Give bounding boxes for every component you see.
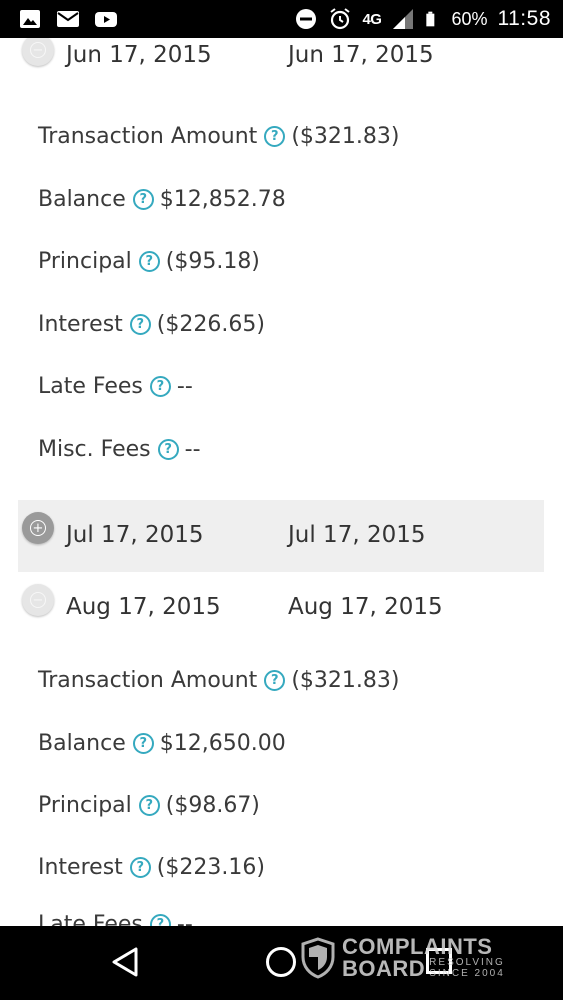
detail-balance: Balance ? $12,650.00 [38, 731, 286, 756]
help-icon[interactable]: ? [138, 251, 160, 272]
network-type: 4G [362, 10, 382, 28]
detail-value: ($95.18) [165, 249, 260, 274]
detail-label: Transaction Amount [38, 124, 258, 149]
help-icon[interactable]: ? [264, 670, 286, 691]
detail-transaction-amount: Transaction Amount ? ($321.83) [38, 668, 399, 693]
detail-value: -- [176, 374, 193, 399]
detail-principal: Principal ? ($98.67) [38, 793, 260, 818]
collapse-toggle-icon[interactable]: − [22, 584, 54, 616]
home-icon[interactable] [266, 947, 296, 977]
help-icon[interactable]: ? [149, 376, 171, 397]
status-bar: 4G 60% 11:58 [0, 0, 563, 38]
detail-value: ($321.83) [291, 668, 400, 693]
signal-icon [393, 9, 414, 29]
detail-label: Balance [38, 187, 126, 212]
detail-value: -- [176, 912, 193, 926]
expand-toggle-icon[interactable]: + [22, 512, 54, 544]
help-icon[interactable]: ? [132, 189, 154, 210]
detail-value: ($321.83) [291, 124, 400, 149]
detail-value: ($226.65) [156, 312, 265, 337]
watermark-sub: RESOLVING [429, 957, 505, 968]
detail-principal: Principal ? ($95.18) [38, 249, 260, 274]
transaction-date: Aug 17, 2015 [66, 594, 221, 620]
collapse-toggle-icon[interactable]: − [22, 38, 54, 66]
help-icon[interactable]: ? [132, 733, 154, 754]
detail-label: Principal [38, 249, 132, 274]
posted-date: Jul 17, 2015 [288, 522, 426, 548]
battery-percent: 60% [451, 8, 488, 29]
battery-icon [426, 11, 435, 27]
detail-label: Principal [38, 793, 132, 818]
transaction-row-header[interactable]: + Jul 17, 2015 Jul 17, 2015 [18, 500, 544, 572]
detail-misc-fees: Misc. Fees ? -- [38, 437, 201, 462]
detail-value: $12,650.00 [159, 731, 286, 756]
shield-logo-icon [301, 936, 335, 979]
detail-label: Balance [38, 731, 126, 756]
detail-label: Misc. Fees [38, 437, 151, 462]
detail-value: ($223.16) [156, 855, 265, 880]
detail-transaction-amount: Transaction Amount ? ($321.83) [38, 124, 399, 149]
help-icon[interactable]: ? [149, 914, 171, 926]
help-icon[interactable]: ? [129, 857, 151, 878]
transaction-row-header[interactable]: − Aug 17, 2015 Aug 17, 2015 [18, 572, 544, 644]
transaction-history: − Jun 17, 2015 Jun 17, 2015 Transaction … [0, 38, 563, 926]
transaction-date: Jul 17, 2015 [66, 522, 204, 548]
transaction-date: Jun 17, 2015 [66, 42, 212, 68]
detail-label: Transaction Amount [38, 668, 258, 693]
posted-date: Aug 17, 2015 [288, 594, 443, 620]
detail-interest: Interest ? ($226.65) [38, 312, 265, 337]
detail-late-fees: Late Fees ? -- [38, 912, 193, 926]
detail-value: -- [184, 437, 201, 462]
detail-label: Interest [38, 855, 123, 880]
detail-value: ($98.67) [165, 793, 260, 818]
watermark-sub-2: SINCE 2004 [429, 968, 505, 979]
detail-label: Interest [38, 312, 123, 337]
help-icon[interactable]: ? [129, 314, 151, 335]
detail-late-fees: Late Fees ? -- [38, 374, 193, 399]
transaction-row-header[interactable]: − Jun 17, 2015 Jun 17, 2015 [18, 38, 544, 100]
posted-date: Jun 17, 2015 [288, 42, 434, 68]
help-icon[interactable]: ? [157, 439, 179, 460]
complaints-board-watermark: COMPLAINTS BOARD RESOLVING SINCE 2004 [300, 934, 505, 981]
clock: 11:58 [497, 7, 551, 30]
help-icon[interactable]: ? [264, 126, 286, 147]
back-icon[interactable] [110, 946, 140, 978]
detail-value: $12,852.78 [159, 187, 286, 212]
detail-label: Late Fees [38, 912, 143, 926]
watermark-title: COMPLAINTS [342, 934, 493, 959]
image-icon [20, 10, 40, 28]
youtube-icon [95, 12, 117, 27]
help-icon[interactable]: ? [138, 795, 160, 816]
detail-balance: Balance ? $12,852.78 [38, 187, 286, 212]
detail-label: Late Fees [38, 374, 143, 399]
detail-interest: Interest ? ($223.16) [38, 855, 265, 880]
alarm-icon [330, 8, 351, 30]
do-not-disturb-icon [296, 9, 317, 29]
watermark-title-2: BOARD [342, 956, 426, 981]
mail-icon [57, 11, 79, 27]
